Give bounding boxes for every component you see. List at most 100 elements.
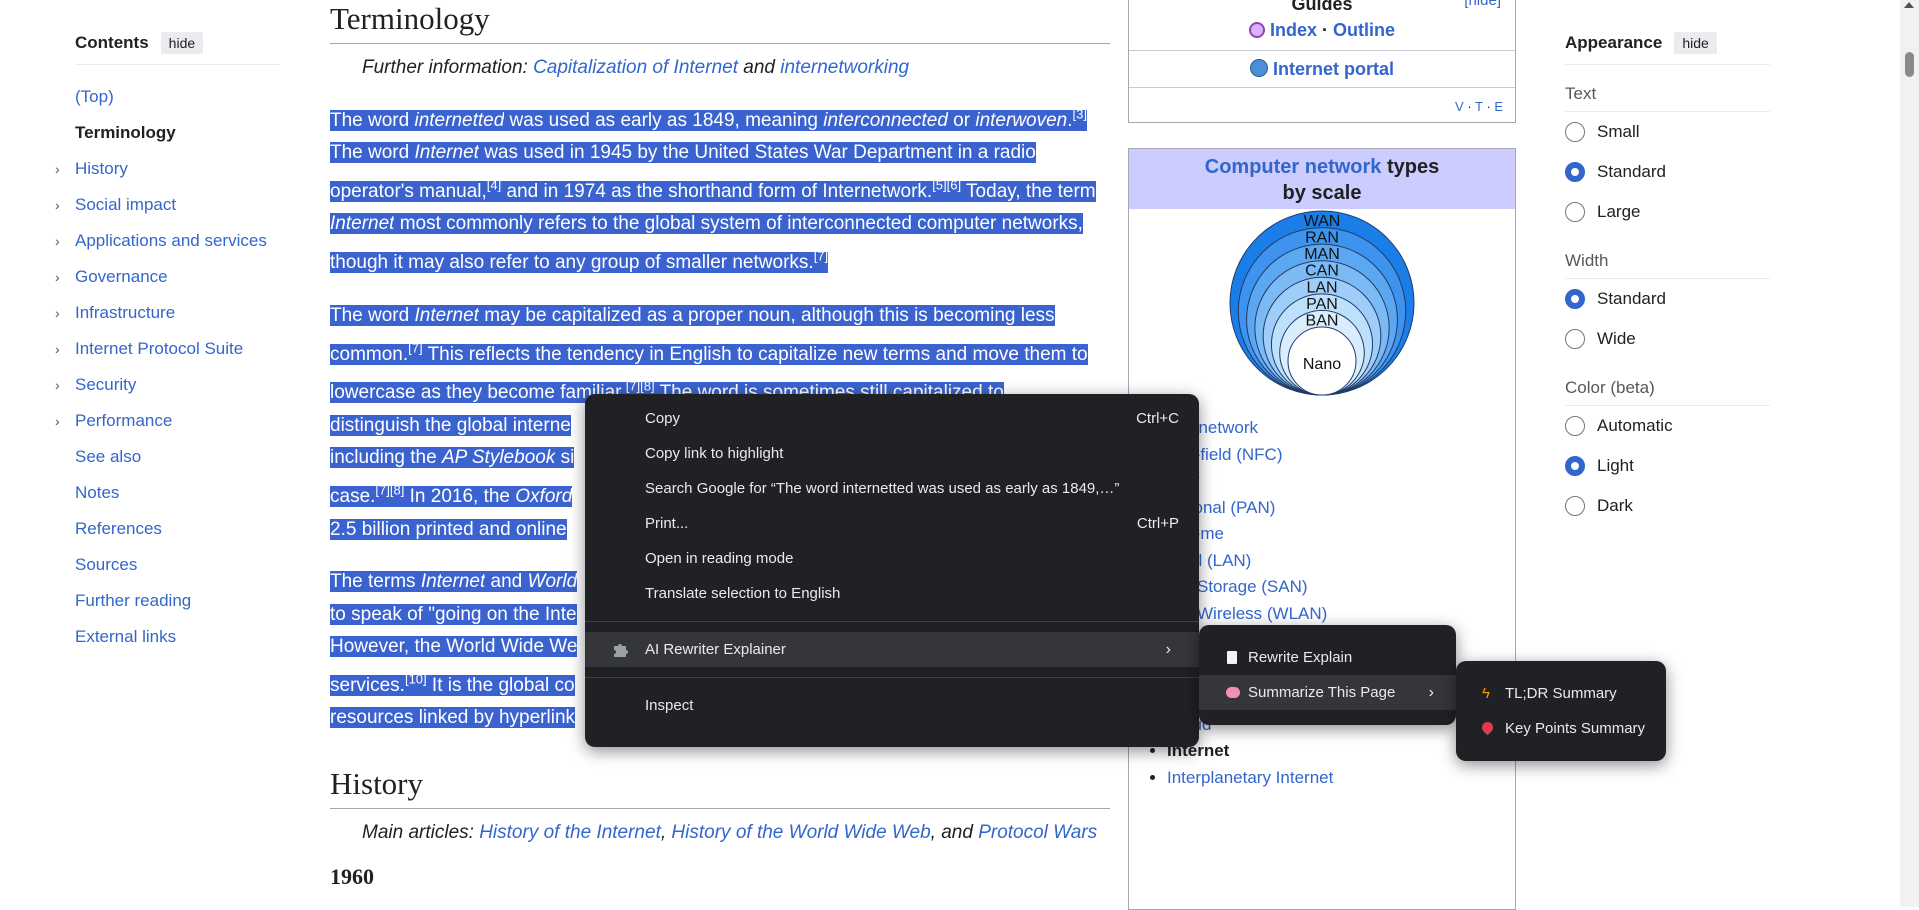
toc-item[interactable]: Sources — [75, 547, 280, 583]
chevron-right-icon[interactable]: › — [55, 223, 60, 259]
radio-button[interactable] — [1565, 122, 1585, 142]
menu-print[interactable]: Print... Ctrl+P — [585, 506, 1199, 541]
toc-item[interactable]: › Security — [55, 367, 280, 403]
citation-8[interactable]: [8] — [390, 483, 404, 498]
network-type-item[interactable]: Interplanetary Internet — [1167, 765, 1515, 792]
menu-copy-link-highlight[interactable]: Copy link to highlight — [585, 436, 1199, 471]
radio-button[interactable] — [1565, 202, 1585, 222]
text-size-radio[interactable]: Standard — [1565, 152, 1770, 192]
toc-item[interactable]: Terminology — [75, 115, 280, 151]
link-history-internet[interactable]: History of the Internet — [479, 822, 661, 843]
color-scheme-radio[interactable]: Dark — [1565, 486, 1770, 526]
hatnote-prefix: Main articles: — [362, 822, 480, 844]
link-protocol-wars[interactable]: Protocol Wars — [978, 822, 1097, 843]
link-capitalization[interactable]: Capitalization of Internet — [533, 57, 738, 78]
toc-item[interactable]: References — [75, 511, 280, 547]
network-type-link[interactable]: Storage (SAN) — [1197, 577, 1308, 597]
lightning-icon: ϟ — [1482, 685, 1490, 702]
menu-search-label: Search Google for “The word internetted … — [645, 480, 1120, 497]
radio-button[interactable] — [1565, 496, 1585, 516]
extension-puzzle-icon — [614, 644, 628, 657]
toc-item[interactable]: (Top) — [75, 79, 280, 115]
radio-button[interactable] — [1565, 456, 1585, 476]
toc-item[interactable]: See also — [75, 439, 280, 475]
chevron-right-icon[interactable]: › — [55, 367, 60, 403]
text-italic: Internet — [330, 213, 395, 235]
scroll-up-arrow-icon[interactable] — [1904, 2, 1914, 8]
internet-portal-link[interactable]: Internet portal — [1273, 59, 1394, 79]
text-size-label: Text — [1565, 77, 1770, 112]
width-radio[interactable]: Standard — [1565, 279, 1770, 319]
menu-ai-rewriter[interactable]: AI Rewriter Explainer › — [585, 632, 1199, 667]
menu-reading-mode[interactable]: Open in reading mode — [585, 541, 1199, 576]
toc-item[interactable]: › Infrastructure — [55, 295, 280, 331]
network-type-link[interactable]: Wireless (WLAN) — [1197, 604, 1327, 624]
citation-7[interactable]: [7] — [814, 249, 828, 264]
chevron-right-icon[interactable]: › — [55, 259, 60, 295]
citation-7[interactable]: [7] — [626, 379, 640, 394]
toc-item[interactable]: Further reading — [75, 583, 280, 619]
menu-key-points-summary[interactable]: Key Points Summary — [1456, 711, 1666, 746]
toc-item[interactable]: › Performance — [55, 403, 280, 439]
menu-copy[interactable]: Copy Ctrl+C — [585, 401, 1199, 436]
menu-inspect[interactable]: Inspect — [585, 688, 1199, 723]
talk-link[interactable]: T — [1475, 99, 1483, 114]
toc-hide-button[interactable]: hide — [160, 32, 204, 54]
toc-item[interactable]: › Social impact — [55, 187, 280, 223]
chevron-right-icon[interactable]: › — [55, 151, 60, 187]
page-scrollbar[interactable] — [1900, 0, 1919, 907]
menu-translate[interactable]: Translate selection to English — [585, 576, 1199, 611]
radio-button[interactable] — [1565, 162, 1585, 182]
menu-rewrite-explain[interactable]: Rewrite Explain — [1199, 640, 1456, 675]
menu-copy-link-label: Copy link to highlight — [645, 445, 784, 462]
toc-item[interactable]: › Applications and services — [55, 223, 280, 259]
radio-button[interactable] — [1565, 289, 1585, 309]
citation-5[interactable]: [5] — [932, 178, 946, 193]
appearance-hide-button[interactable]: hide — [1674, 32, 1717, 54]
view-link[interactable]: V — [1455, 99, 1464, 114]
citation-7[interactable]: [7] — [408, 340, 422, 355]
network-type-link[interactable]: onetwork — [1189, 418, 1258, 438]
menu-summarize-page[interactable]: Summarize This Page › — [1199, 675, 1456, 710]
text-size-radio[interactable]: Large — [1565, 192, 1770, 232]
color-scheme-radio[interactable]: Light — [1565, 446, 1770, 486]
citation-7[interactable]: [7] — [375, 483, 389, 498]
text-size-radio[interactable]: Small — [1565, 112, 1770, 152]
toc-item[interactable]: Notes — [75, 475, 280, 511]
computer-network-link[interactable]: Computer network — [1205, 156, 1382, 178]
navbox-hide-button[interactable]: [hide] — [1464, 0, 1501, 9]
index-outline-row: Index · Outline — [1129, 20, 1515, 41]
width-radio[interactable]: Wide — [1565, 319, 1770, 359]
toc-item[interactable]: › Governance — [55, 259, 280, 295]
citation-10[interactable]: [10] — [405, 672, 427, 687]
appearance-title: Appearance — [1565, 33, 1663, 52]
index-link[interactable]: Index — [1270, 20, 1317, 40]
chevron-right-icon[interactable]: › — [55, 403, 60, 439]
citation-6[interactable]: [6] — [947, 178, 961, 193]
network-type-link[interactable]: r-field (NFC) — [1189, 445, 1283, 465]
toc-item[interactable]: › Internet Protocol Suite — [55, 331, 280, 367]
toc-item-label: Terminology — [75, 123, 176, 142]
text: most commonly refers to the global syste… — [330, 213, 1083, 274]
edit-link[interactable]: E — [1494, 99, 1503, 114]
citation-4[interactable]: [4] — [487, 178, 501, 193]
color-scheme-radio[interactable]: Automatic — [1565, 406, 1770, 446]
chevron-right-icon[interactable]: › — [55, 295, 60, 331]
ring-label: CAN — [1305, 263, 1339, 280]
menu-search-google[interactable]: Search Google for “The word internetted … — [585, 471, 1199, 506]
scrollbar-thumb[interactable] — [1905, 52, 1914, 77]
radio-button[interactable] — [1565, 416, 1585, 436]
citation-8[interactable]: [8] — [640, 379, 654, 394]
ring-label: WAN — [1304, 213, 1341, 230]
toc-item[interactable]: › History — [55, 151, 280, 187]
radio-button[interactable] — [1565, 329, 1585, 349]
toc-item[interactable]: External links — [75, 619, 280, 655]
link-internetworking[interactable]: internetworking — [780, 57, 909, 78]
outline-link[interactable]: Outline — [1333, 20, 1395, 40]
citation-3[interactable]: [3] — [1073, 106, 1087, 121]
chevron-right-icon[interactable]: › — [55, 187, 60, 223]
pushpin-icon — [1479, 719, 1496, 736]
chevron-right-icon[interactable]: › — [55, 331, 60, 367]
menu-tldr-summary[interactable]: ϟ TL;DR Summary — [1456, 676, 1666, 711]
link-history-www[interactable]: History of the World Wide Web — [671, 822, 930, 843]
